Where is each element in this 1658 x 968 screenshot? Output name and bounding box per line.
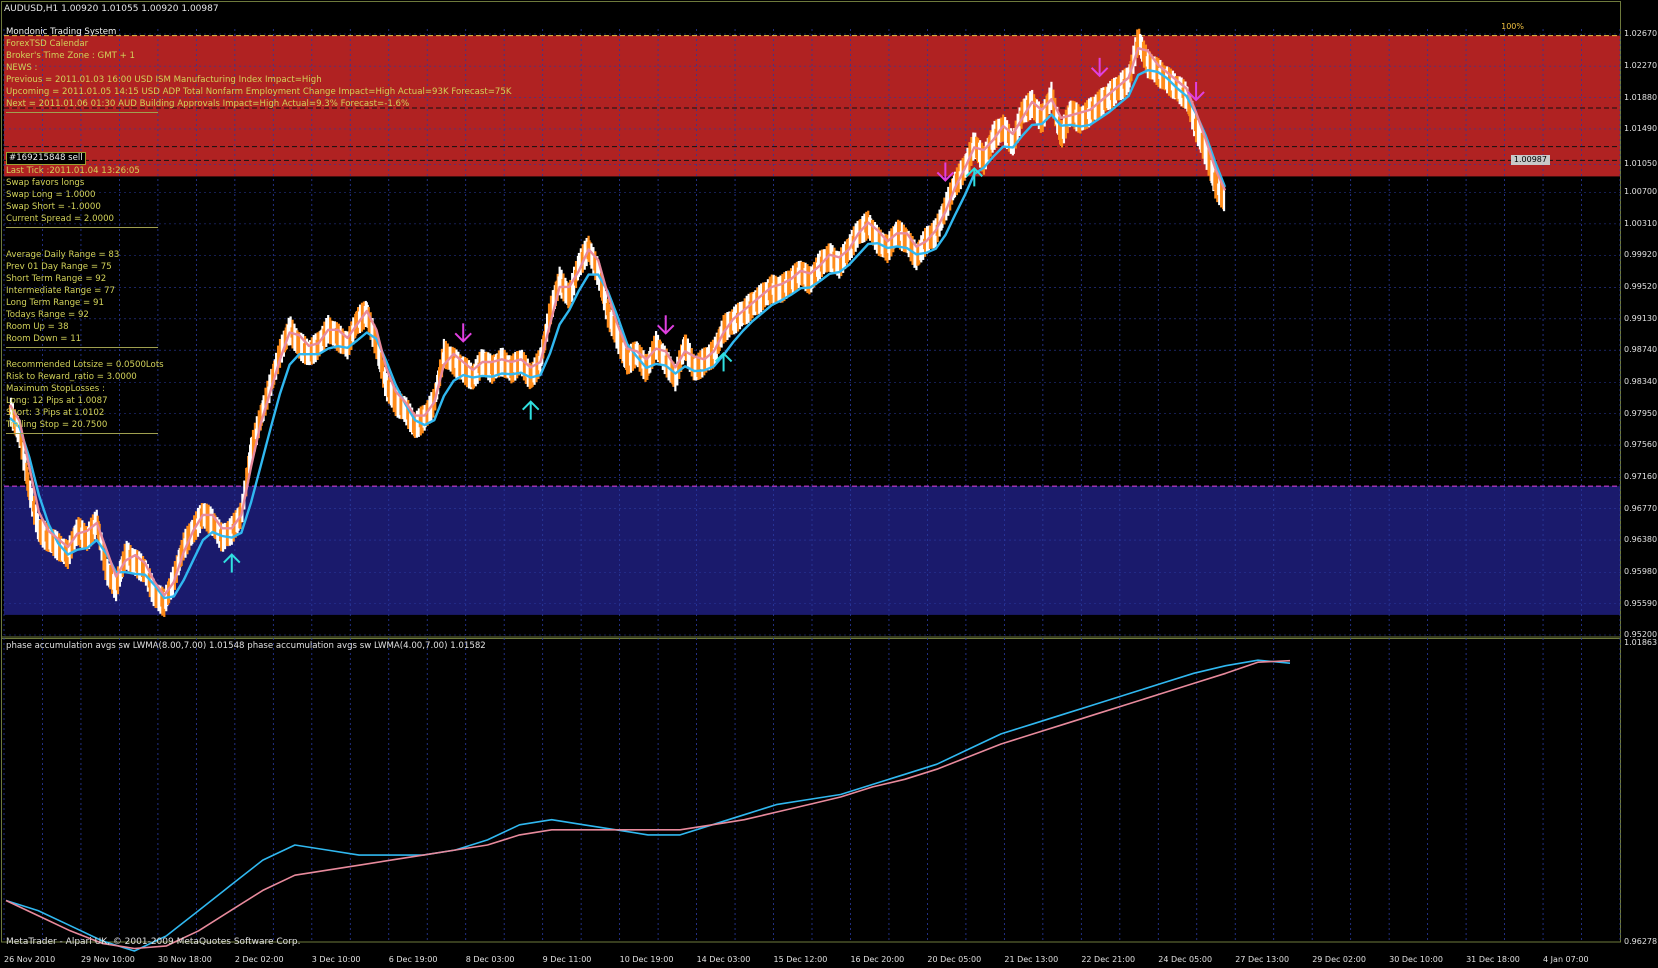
- time-axis-label: 16 Dec 20:00: [850, 955, 905, 964]
- info-header-line: Broker's Time Zone : GMT + 1: [6, 51, 136, 61]
- price-axis-label: 0.98740: [1624, 345, 1658, 355]
- price-axis-label: 0.99130: [1624, 313, 1658, 323]
- LWMA-8-00-7-00--line: [5, 659, 1291, 952]
- indicator-title: phase accumulation avgs sw LWMA(8.00,7.0…: [6, 641, 486, 651]
- risk-line: Trailing Stop = 20.7500: [6, 420, 108, 430]
- tick-info-line: Swap Short = -1.0000: [6, 202, 101, 212]
- info-separator: [6, 433, 158, 434]
- range-line: Short Term Range = 92: [6, 274, 107, 284]
- range-line: Room Up = 38: [6, 322, 69, 332]
- time-axis-label: 26 Nov 2010: [4, 955, 56, 964]
- range-line: Todays Range = 92: [6, 310, 89, 320]
- range-line: Average Daily Range = 83: [6, 250, 120, 260]
- time-axis-label: 20 Dec 05:00: [927, 955, 982, 964]
- info-separator: [6, 112, 158, 113]
- sell-arrow: [657, 315, 675, 335]
- price-axis-label: 0.96380: [1624, 535, 1658, 545]
- indicator-frame: [1, 636, 1621, 943]
- tick-info-line: Swap Long = 1.0000: [6, 190, 96, 200]
- tick-info-line: Swap favors longs: [6, 178, 85, 188]
- chart-canvas[interactable]: [0, 0, 1658, 968]
- price-axis-label: 0.99520: [1624, 282, 1658, 292]
- sell-arrow: [454, 323, 472, 343]
- copyright-text: MetaTrader - Alpari UK, © 2001-2009 Meta…: [6, 937, 301, 947]
- time-axis-label: 22 Dec 21:00: [1081, 955, 1136, 964]
- chart-title: AUDUSD,H1 1.00920 1.01055 1.00920 1.0098…: [4, 4, 219, 14]
- buy-arrow: [522, 400, 540, 420]
- time-axis-label: 14 Dec 03:00: [696, 955, 751, 964]
- time-axis-label: 6 Dec 19:00: [388, 955, 438, 964]
- price-axis-label: 0.95980: [1624, 567, 1658, 577]
- range-line: Long Term Range = 91: [6, 298, 104, 308]
- info-header-line: NEWS :: [6, 63, 38, 73]
- time-axis-label: 2 Dec 02:00: [234, 955, 284, 964]
- time-axis-label: 30 Nov 18:00: [157, 955, 212, 964]
- price-axis-label: 0.97950: [1624, 408, 1658, 418]
- time-axis-label: 31 Dec 18:00: [1466, 955, 1520, 964]
- price-axis-label: 1.01050: [1624, 159, 1658, 169]
- time-axis-label: 29 Dec 02:00: [1312, 955, 1366, 964]
- time-axis-label: 10 Dec 19:00: [619, 955, 674, 964]
- time-axis-label: 8 Dec 03:00: [465, 955, 515, 964]
- info-separator: [6, 347, 158, 348]
- time-axis-label: 4 Jan 07:00: [1543, 955, 1589, 964]
- range-line: Room Down = 11: [6, 334, 82, 344]
- price-axis-label: 1.00310: [1624, 218, 1658, 228]
- price-axis-label: 0.99920: [1624, 250, 1658, 260]
- risk-line: Short: 3 Pips at 1.0102: [6, 408, 105, 418]
- info-header-line: Mondonic Trading System: [6, 27, 117, 37]
- price-axis-label: 0.97560: [1624, 440, 1658, 450]
- info-header-line: Upcoming = 2011.01.05 14:15 USD ADP Tota…: [6, 87, 512, 97]
- info-header-line: Next = 2011.01.06 01:30 AUD Building App…: [6, 99, 410, 109]
- time-axis-label: 27 Dec 13:00: [1235, 955, 1290, 964]
- order-tag[interactable]: #169215848 sell: [6, 152, 86, 165]
- range-line: Intermediate Range = 77: [6, 286, 116, 296]
- tick-info-line: Last Tick :2011.01.04 13:26:05: [6, 166, 140, 176]
- percent-label: 100%: [1501, 22, 1524, 31]
- price-axis-label: 0.98340: [1624, 377, 1658, 387]
- price-axis-label: 0.96770: [1624, 503, 1658, 513]
- time-axis-label: 3 Dec 10:00: [311, 955, 361, 964]
- risk-line: Maximum StopLosses :: [6, 384, 105, 394]
- indicator-axis-label: 1.01863: [1624, 638, 1658, 647]
- price-axis-label: 1.01880: [1624, 92, 1658, 102]
- range-line: Prev 01 Day Range = 75: [6, 262, 112, 272]
- tick-info-line: Current Spread = 2.0000: [6, 214, 115, 224]
- risk-line: Long: 12 Pips at 1.0087: [6, 396, 108, 406]
- time-axis-label: 24 Dec 05:00: [1158, 955, 1213, 964]
- indicator-axis-label: 0.96278: [1624, 937, 1658, 946]
- time-axis-label: 30 Dec 10:00: [1389, 955, 1443, 964]
- price-axis-label: 0.97160: [1624, 472, 1658, 482]
- info-header-line: Previous = 2011.01.03 16:00 USD ISM Manu…: [6, 75, 322, 85]
- time-axis-label: 21 Dec 13:00: [1004, 955, 1059, 964]
- risk-line: Recommended Lotsize = 0.0500Lots: [6, 360, 164, 370]
- price-axis-label: 1.02670: [1624, 29, 1658, 38]
- info-header-line: ForexTSD Calendar: [6, 39, 89, 49]
- risk-line: Risk to Reward_ratio = 3.0000: [6, 372, 137, 382]
- price-axis-label: 1.01490: [1624, 123, 1658, 133]
- price-axis-label: 1.00700: [1624, 187, 1658, 197]
- info-separator: [6, 227, 158, 228]
- current-price-tag: 1.00987: [1510, 155, 1550, 165]
- time-axis-label: 9 Dec 11:00: [542, 955, 592, 964]
- time-axis-label: 15 Dec 12:00: [773, 955, 828, 964]
- time-axis-label: 29 Nov 10:00: [80, 955, 135, 964]
- price-axis-label: 0.95590: [1624, 598, 1658, 608]
- price-axis-label: 1.02270: [1624, 61, 1658, 71]
